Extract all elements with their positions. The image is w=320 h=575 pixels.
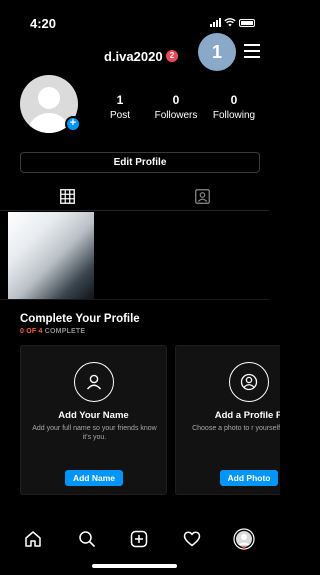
nav-home[interactable]	[22, 528, 44, 550]
stat-following[interactable]: 0 Following	[210, 93, 258, 121]
empty-grid-cell	[182, 212, 269, 299]
nav-new-post[interactable]	[128, 528, 150, 550]
section-divider	[0, 299, 269, 300]
card-title: Add Your Name	[58, 410, 129, 421]
card-description: Add your full name so your friends know …	[32, 425, 157, 441]
profile-photo-icon	[229, 362, 269, 402]
add-name-button[interactable]: Add Name	[65, 470, 123, 486]
stat-followers[interactable]: 0 Followers	[152, 93, 200, 121]
username[interactable]: d.iva2020	[104, 49, 163, 64]
card-title: Add a Profile P	[214, 410, 280, 421]
grid-icon	[59, 188, 75, 204]
stat-followers-label: Followers	[154, 110, 198, 121]
post-thumbnail[interactable]	[8, 212, 95, 299]
card-add-photo: Add a Profile P Choose a photo to r your…	[175, 345, 280, 495]
step-marker: 1	[198, 33, 236, 71]
home-indicator	[92, 564, 177, 568]
empty-grid-cell	[95, 212, 182, 299]
progress-suffix: COMPLETE	[44, 328, 86, 335]
new-post-icon	[130, 530, 148, 548]
battery-icon	[239, 18, 255, 27]
post-grid	[8, 212, 269, 299]
nav-activity[interactable]	[181, 528, 203, 550]
menu-icon[interactable]	[244, 44, 260, 62]
home-icon	[25, 531, 41, 547]
status-bar: 4:20	[0, 0, 269, 40]
search-icon	[79, 531, 95, 547]
add-story-icon[interactable]: +	[65, 116, 81, 132]
card-add-name: Add Your Name Add your full name so your…	[20, 345, 167, 495]
complete-profile-title: Complete Your Profile	[20, 313, 140, 325]
bottom-nav	[0, 520, 269, 560]
card-description: Choose a photo to r yourself on Insta	[192, 425, 280, 432]
stat-posts-value: 1	[116, 93, 124, 107]
stat-followers-value: 0	[172, 93, 180, 107]
profile-avatar-icon	[233, 528, 255, 550]
nav-profile[interactable]	[233, 528, 255, 550]
profile-tabs	[0, 181, 269, 211]
stat-following-label: Following	[212, 110, 256, 121]
notification-badge[interactable]: 2	[166, 50, 178, 62]
status-icons	[210, 18, 255, 27]
complete-profile-progress: 0 OF 4 COMPLETE	[20, 328, 85, 335]
tab-tagged[interactable]	[135, 181, 269, 211]
heart-icon	[183, 531, 201, 547]
stat-posts-label: Post	[109, 110, 130, 121]
tagged-person-icon	[194, 188, 210, 204]
stat-following-value: 0	[230, 93, 238, 107]
profile-cards-carousel[interactable]: Add Your Name Add your full name so your…	[20, 345, 280, 495]
status-time: 4:20	[30, 16, 57, 31]
person-icon	[74, 362, 114, 402]
wifi-icon	[224, 18, 236, 27]
progress-count: 0 OF 4	[20, 328, 43, 335]
tab-grid[interactable]	[0, 181, 134, 211]
signal-icon	[210, 18, 221, 27]
add-photo-button[interactable]: Add Photo	[220, 470, 278, 486]
nav-search[interactable]	[76, 528, 98, 550]
edit-profile-button[interactable]: Edit Profile	[20, 152, 260, 173]
stat-posts[interactable]: 1 Post	[108, 93, 132, 121]
